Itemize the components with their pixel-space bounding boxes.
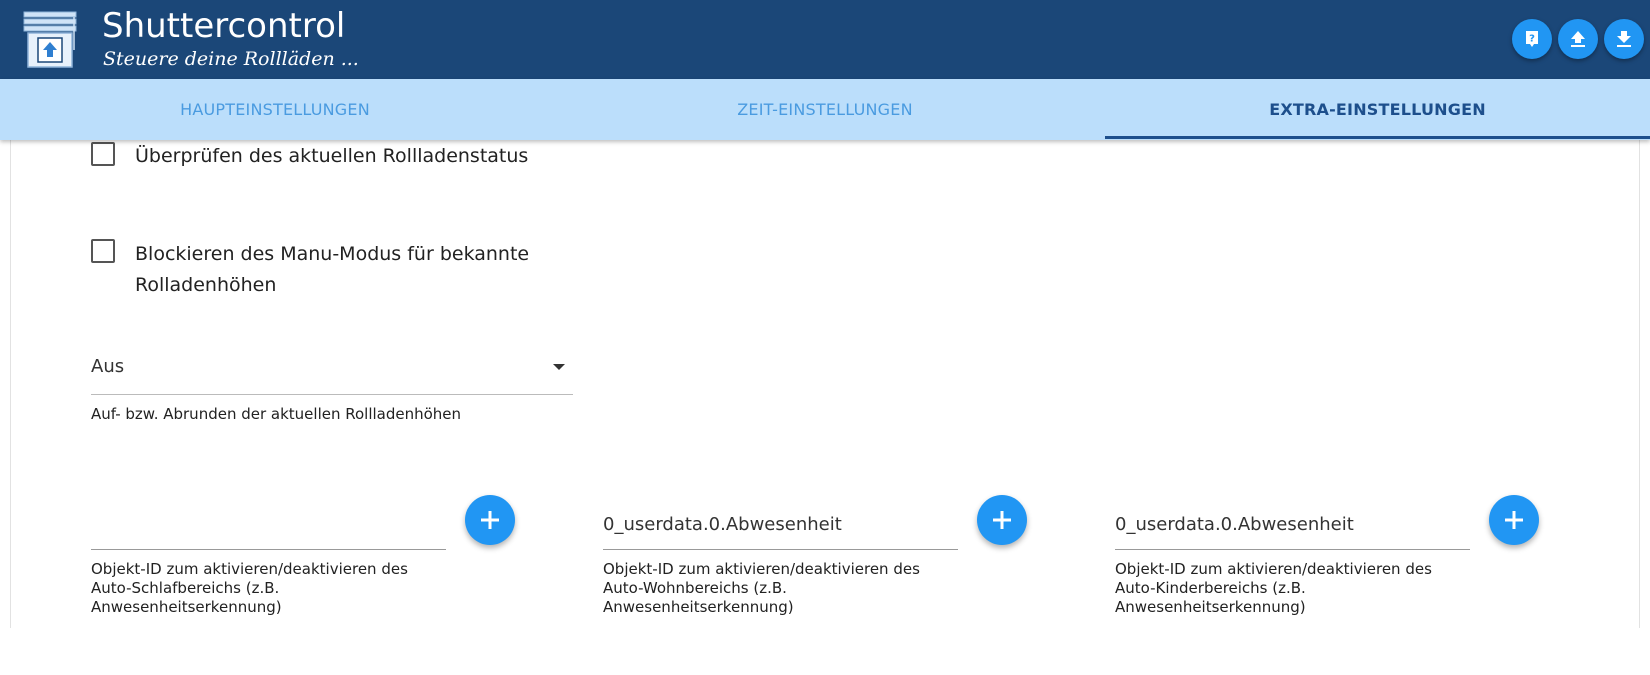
upload-icon (1571, 31, 1585, 47)
check-status-checkbox[interactable] (91, 142, 115, 166)
rounding-select[interactable]: Aus (91, 348, 573, 395)
children-area-helper-line2: Auto-Kinderbereichs (z.B. (1115, 579, 1306, 597)
download-icon (1617, 31, 1631, 47)
upload-button[interactable] (1558, 19, 1598, 59)
sleep-area-object-id-field[interactable] (91, 502, 446, 550)
children-area-helper-line3: Anwesenheitserkennung) (1115, 598, 1306, 616)
app-title: Shuttercontrol (102, 6, 346, 46)
help-button[interactable]: ? (1512, 19, 1552, 59)
block-manu-label-line1: Blockieren des Manu-Modus für bekannte (135, 243, 530, 265)
children-area-helper-line1: Objekt-ID zum aktivieren/deaktivieren de… (1115, 560, 1432, 578)
living-area-helper-line3: Anwesenheitserkennung) (603, 598, 794, 616)
block-manu-checkbox[interactable] (91, 239, 115, 263)
children-area-object-id-input[interactable] (1115, 502, 1470, 542)
svg-text:?: ? (1529, 34, 1535, 45)
plus-icon (993, 511, 1011, 529)
app-subtitle: Steuere deine Rollläden ... (103, 48, 359, 70)
tab-extra-einstellungen[interactable]: EXTRA-EINSTELLUNGEN (1105, 79, 1650, 140)
app-header: Shuttercontrol Steuere deine Rollläden .… (0, 0, 1650, 79)
active-tab-indicator (1105, 136, 1650, 139)
help-icon: ? (1526, 31, 1538, 47)
tab-zeit-einstellungen[interactable]: ZEIT-EINSTELLUNGEN (550, 79, 1100, 140)
sleep-area-helper-line1: Objekt-ID zum aktivieren/deaktivieren de… (91, 560, 408, 578)
living-area-add-button[interactable] (977, 495, 1027, 545)
download-button[interactable] (1604, 19, 1644, 59)
block-manu-label-line2: Rolladenhöhen (135, 274, 277, 296)
tab-haupteinstellungen[interactable]: HAUPTEINSTELLUNGEN (0, 79, 550, 140)
rounding-select-value: Aus (91, 356, 125, 377)
sleep-area-helper-line3: Anwesenheitserkennung) (91, 598, 282, 616)
dropdown-arrow-icon (553, 364, 565, 370)
check-status-label: Überprüfen des aktuellen Rollladenstatus (135, 145, 529, 167)
sleep-area-helper-line2: Auto-Schlafbereichs (z.B. (91, 579, 280, 597)
living-area-object-id-input[interactable] (603, 502, 958, 542)
children-area-object-id-field[interactable] (1115, 502, 1470, 550)
children-area-add-button[interactable] (1489, 495, 1539, 545)
living-area-helper-line1: Objekt-ID zum aktivieren/deaktivieren de… (603, 560, 920, 578)
shutter-logo-icon (20, 10, 80, 70)
living-area-object-id-field[interactable] (603, 502, 958, 550)
rounding-helper: Auf- bzw. Abrunden der aktuellen Rolllad… (91, 405, 462, 423)
plus-icon (1505, 511, 1523, 529)
sleep-area-object-id-input[interactable] (91, 502, 446, 542)
living-area-helper-line2: Auto-Wohnbereichs (z.B. (603, 579, 787, 597)
plus-icon (481, 511, 499, 529)
tab-bar: HAUPTEINSTELLUNGEN ZEIT-EINSTELLUNGEN EX… (0, 79, 1650, 140)
sleep-area-add-button[interactable] (465, 495, 515, 545)
